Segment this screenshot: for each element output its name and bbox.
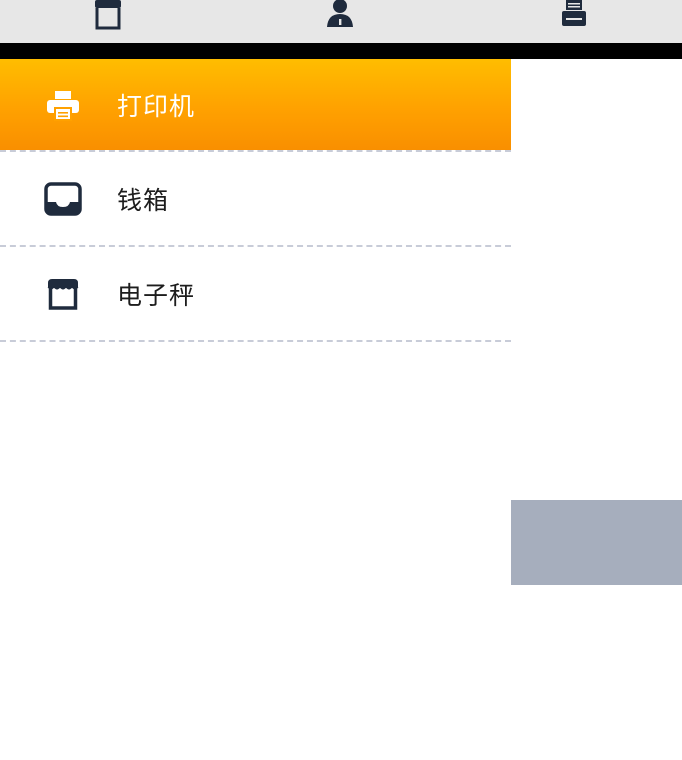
inbox-tray-icon <box>43 179 83 219</box>
app-window: 打印机 钱箱 电子秤 <box>0 0 682 760</box>
tab-store[interactable] <box>80 0 136 32</box>
store-icon <box>92 0 124 32</box>
top-divider-bar <box>0 43 682 59</box>
menu-item-label: 电子秤 <box>117 280 196 310</box>
user-icon <box>324 0 356 32</box>
top-tab-bar <box>0 0 682 43</box>
menu-item-label: 打印机 <box>117 91 196 121</box>
printer-icon <box>558 0 590 32</box>
side-panel-block <box>511 500 682 585</box>
menu-item-cash-drawer[interactable]: 钱箱 <box>0 152 511 245</box>
tab-user[interactable] <box>312 0 368 32</box>
printer-icon <box>43 85 83 125</box>
device-menu: 打印机 钱箱 电子秤 <box>0 59 511 342</box>
menu-divider <box>0 340 511 342</box>
tab-printer[interactable] <box>546 0 602 32</box>
menu-item-label: 钱箱 <box>117 185 170 215</box>
store-icon <box>43 274 83 314</box>
menu-item-scale[interactable]: 电子秤 <box>0 247 511 340</box>
menu-item-printer[interactable]: 打印机 <box>0 59 511 150</box>
